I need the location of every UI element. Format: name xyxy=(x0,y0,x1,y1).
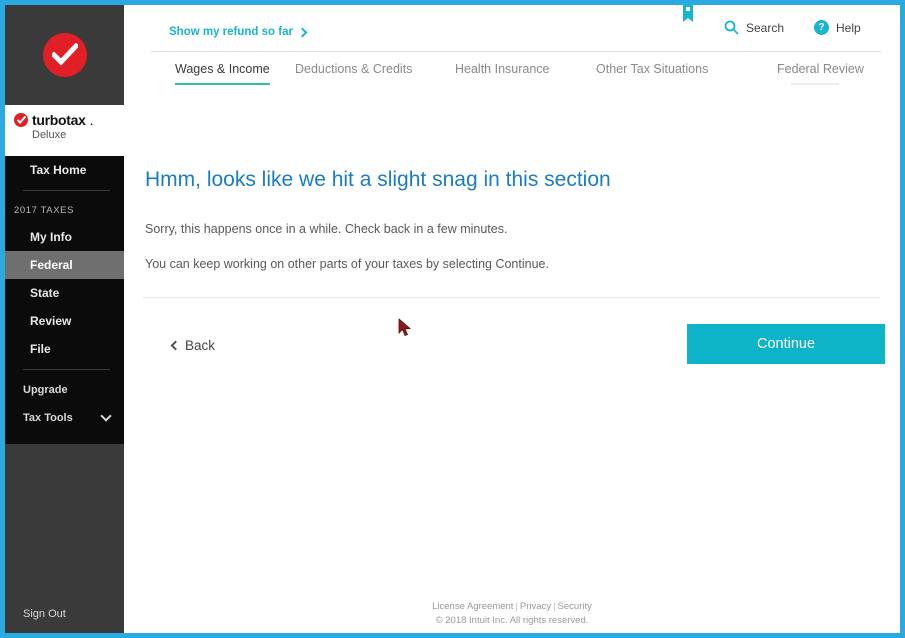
sign-out-button[interactable]: Sign Out xyxy=(5,594,124,633)
sidebar-item-label: Tax Home xyxy=(30,163,87,177)
sidebar-logo-panel xyxy=(5,5,124,105)
show-refund-label: Show my refund so far xyxy=(169,26,293,38)
bookmark-icon[interactable] xyxy=(680,5,696,27)
sidebar-item-label: My Info xyxy=(30,230,72,244)
footer-copyright: © 2018 Intuit Inc. All rights reserved. xyxy=(435,615,589,627)
brand-check-icon xyxy=(14,113,28,127)
chevron-left-icon xyxy=(170,340,181,351)
body-text-1: Sorry, this happens once in a while. Che… xyxy=(145,222,508,236)
tab-underline xyxy=(791,83,839,85)
page-title: Hmm, looks like we hit a slight snag in … xyxy=(145,168,611,191)
sidebar-item-label: State xyxy=(30,286,60,300)
tab-health-insurance[interactable]: Health Insurance xyxy=(455,62,550,85)
main-content: Show my refund so far Search ? Help Wage… xyxy=(124,5,900,633)
sidebar-item-label: File xyxy=(30,342,51,356)
content-divider xyxy=(143,297,880,298)
chevron-down-icon xyxy=(100,410,112,422)
license-agreement-link[interactable]: License Agreement xyxy=(432,601,513,612)
show-refund-link[interactable]: Show my refund so far xyxy=(169,26,308,38)
sidebar-item-state[interactable]: State xyxy=(5,279,124,307)
tab-underline xyxy=(295,83,412,85)
sidebar-item-label: Review xyxy=(30,314,72,328)
sidebar-divider-bottom xyxy=(23,369,110,370)
back-label: Back xyxy=(185,338,216,353)
sidebar-item-file[interactable]: File xyxy=(5,335,124,363)
footer-separator-1: | xyxy=(515,601,518,612)
tab-bar: Wages & Income Deductions & Credits Heal… xyxy=(124,52,900,92)
sidebar-divider-top xyxy=(23,190,110,191)
search-icon xyxy=(724,20,739,35)
sidebar-item-label: Upgrade xyxy=(23,384,68,396)
sign-out-label: Sign Out xyxy=(23,607,66,620)
red-check-circle-icon xyxy=(42,33,87,77)
tab-label: Wages & Income xyxy=(175,62,270,76)
footer-links: License Agreement | Privacy | Security xyxy=(124,600,900,614)
tab-other-tax-situations[interactable]: Other Tax Situations xyxy=(596,62,708,85)
privacy-link[interactable]: Privacy xyxy=(520,601,551,612)
tab-underline xyxy=(455,83,550,85)
tab-active-underline xyxy=(175,83,270,85)
sidebar-section-label: 2017 TAXES xyxy=(5,197,124,223)
footer: License Agreement | Privacy | Security © 201… xyxy=(124,600,900,629)
sidebar-item-my-info[interactable]: My Info xyxy=(5,223,124,251)
continue-button[interactable]: Continue xyxy=(687,324,885,364)
chevron-right-icon xyxy=(297,27,308,37)
tab-label: Other Tax Situations xyxy=(596,62,709,76)
body-text-2: You can keep working on other parts of y… xyxy=(145,257,549,271)
utility-bar: Show my refund so far Search ? Help xyxy=(124,5,900,51)
tab-deductions-credits[interactable]: Deductions & Credits xyxy=(295,62,412,85)
brand-panel: turbotax . Deluxe xyxy=(5,105,124,156)
sidebar-section-text: 2017 TAXES xyxy=(14,204,75,216)
search-label: Search xyxy=(746,20,785,35)
sidebar-item-tax-home[interactable]: Tax Home xyxy=(5,156,124,184)
help-button[interactable]: ? Help xyxy=(814,20,861,35)
tab-label: Deductions & Credits xyxy=(295,62,413,76)
sidebar-item-label: Tax Tools xyxy=(23,412,73,424)
search-button[interactable]: Search xyxy=(724,20,784,35)
footer-separator-2: | xyxy=(553,601,556,612)
mouse-cursor xyxy=(398,318,412,338)
sidebar: turbotax . Deluxe Tax Home 2017 TAXES My… xyxy=(5,5,124,633)
tab-underline xyxy=(596,83,708,85)
sidebar-filler xyxy=(5,444,124,594)
app-window: turbotax . Deluxe Tax Home 2017 TAXES My… xyxy=(5,5,900,633)
tab-wages-income[interactable]: Wages & Income xyxy=(175,62,270,85)
security-link[interactable]: Security xyxy=(558,601,592,612)
browser-frame: turbotax . Deluxe Tax Home 2017 TAXES My… xyxy=(0,0,905,638)
sidebar-item-federal[interactable]: Federal xyxy=(5,251,124,279)
sidebar-item-tax-tools[interactable]: Tax Tools xyxy=(5,404,124,432)
tab-federal-review[interactable]: Federal Review xyxy=(777,62,864,85)
tab-label: Federal Review xyxy=(777,62,864,76)
brand-edition: Deluxe xyxy=(32,129,67,141)
tab-label: Health Insurance xyxy=(455,62,550,76)
brand-suffix: . xyxy=(89,112,94,128)
back-button[interactable]: Back xyxy=(170,338,216,353)
sidebar-item-review[interactable]: Review xyxy=(5,307,124,335)
sidebar-nav: Tax Home 2017 TAXES My Info Federal Stat… xyxy=(5,156,124,444)
sidebar-item-label: Federal xyxy=(30,258,73,272)
help-label: Help xyxy=(836,20,861,35)
question-circle-icon: ? xyxy=(814,20,829,35)
sidebar-item-upgrade[interactable]: Upgrade xyxy=(5,376,124,404)
brand-name: turbotax xyxy=(32,112,86,128)
